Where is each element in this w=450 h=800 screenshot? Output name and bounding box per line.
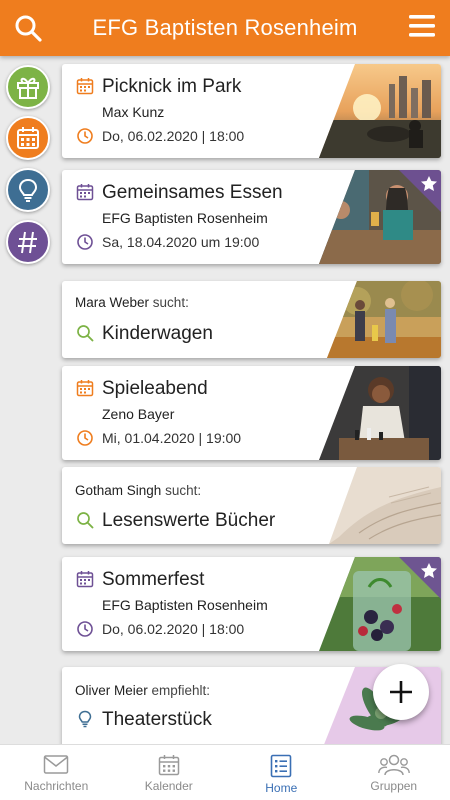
gift-icon: [17, 77, 39, 99]
page-title: EFG Baptisten Rosenheim: [92, 15, 358, 40]
book-photo: [329, 467, 441, 544]
calendar-icon: [76, 78, 94, 95]
calendar-icon: [17, 127, 39, 149]
event-title: Sommerfest: [102, 569, 205, 590]
event-organizer: EFG Baptisten Rosenheim: [102, 597, 268, 613]
search-intro: Mara Weber sucht:: [75, 295, 189, 310]
nav-kalender[interactable]: Kalender: [113, 745, 226, 800]
group-icon: [377, 754, 410, 776]
clock-icon: [77, 621, 93, 637]
event-date: Do, 06.02.2020 | 18:00: [102, 128, 245, 144]
recommendation-title: Theaterstück: [102, 709, 212, 730]
search-title: Kinderwagen: [102, 323, 213, 344]
search-card[interactable]: Gotham Singh sucht: Lesenswerte Bücher: [62, 467, 441, 544]
event-date: Do, 06.02.2020 | 18:00: [102, 621, 245, 637]
add-button[interactable]: [373, 664, 429, 720]
calendar-icon: [76, 571, 94, 588]
chess-photo: [319, 366, 441, 460]
event-date: Sa, 18.04.2020 um 19:00: [102, 234, 260, 250]
nav-label: Gruppen: [370, 779, 418, 793]
calendar-icon: [158, 755, 179, 776]
nav-label: Home: [265, 781, 298, 795]
recommend-verb: empfiehlt:: [151, 683, 211, 698]
search-icon: [77, 512, 94, 529]
event-title: Spieleabend: [102, 378, 208, 399]
search-title: Lesenswerte Bücher: [102, 510, 276, 531]
filter-rail: [0, 56, 56, 746]
lightbulb-icon: [78, 710, 92, 728]
search-intro: Gotham Singh sucht:: [75, 483, 201, 498]
clock-icon: [77, 430, 93, 446]
hashtag-filter-button[interactable]: [6, 220, 50, 264]
event-card[interactable]: Sommerfest EFG Baptisten Rosenheim Do, 0…: [62, 557, 441, 651]
plus-icon: [390, 681, 412, 703]
nav-nachrichten[interactable]: Nachrichten: [0, 745, 113, 800]
event-card[interactable]: Gemeinsames Essen EFG Baptisten Rosenhei…: [62, 170, 441, 264]
calendar-icon: [76, 184, 94, 201]
envelope-icon: [44, 755, 69, 774]
person-name: Oliver Meier: [75, 683, 148, 698]
home-list-icon: [270, 754, 292, 778]
nav-gruppen[interactable]: Gruppen: [338, 745, 450, 800]
hamburger-menu-icon[interactable]: [408, 12, 436, 40]
park-sunset-photo: [319, 64, 441, 158]
clock-icon: [77, 128, 93, 144]
nav-label: Kalender: [144, 779, 193, 793]
gift-filter-button[interactable]: [6, 65, 50, 109]
event-card[interactable]: Picknick im Park Max Kunz Do, 06.02.2020…: [62, 64, 441, 158]
calendar-filter-button[interactable]: [6, 116, 50, 160]
event-organizer: Max Kunz: [102, 104, 165, 120]
lightbulb-icon: [18, 178, 38, 202]
starred-badge-icon: [399, 170, 441, 212]
person-name: Mara Weber: [75, 295, 150, 310]
event-organizer: Zeno Bayer: [102, 406, 175, 422]
clock-icon: [77, 234, 93, 250]
nav-label: Nachrichten: [24, 779, 89, 793]
family-walk-photo: [327, 281, 441, 358]
search-icon[interactable]: [14, 14, 42, 42]
event-title: Picknick im Park: [102, 76, 242, 97]
search-verb: sucht:: [152, 295, 189, 310]
recommendation-intro: Oliver Meier empfiehlt:: [75, 683, 210, 698]
starred-badge-icon: [399, 557, 441, 599]
event-organizer: EFG Baptisten Rosenheim: [102, 210, 268, 226]
event-date: Mi, 01.04.2020 | 19:00: [102, 430, 242, 446]
hashtag-icon: [18, 231, 37, 254]
person-name: Gotham Singh: [75, 483, 162, 498]
search-icon: [77, 325, 94, 342]
search-card[interactable]: Mara Weber sucht: Kinderwagen: [62, 281, 441, 358]
event-card[interactable]: Spieleabend Zeno Bayer Mi, 01.04.2020 | …: [62, 366, 441, 460]
idea-filter-button[interactable]: [6, 168, 50, 212]
nav-home[interactable]: Home: [225, 745, 338, 800]
bottom-navigation: Nachrichten Kalender Home Gruppen: [0, 744, 450, 800]
event-title: Gemeinsames Essen: [102, 182, 283, 203]
search-verb: sucht:: [165, 483, 202, 498]
calendar-icon: [76, 380, 94, 397]
app-header: EFG Baptisten Rosenheim: [0, 0, 450, 56]
